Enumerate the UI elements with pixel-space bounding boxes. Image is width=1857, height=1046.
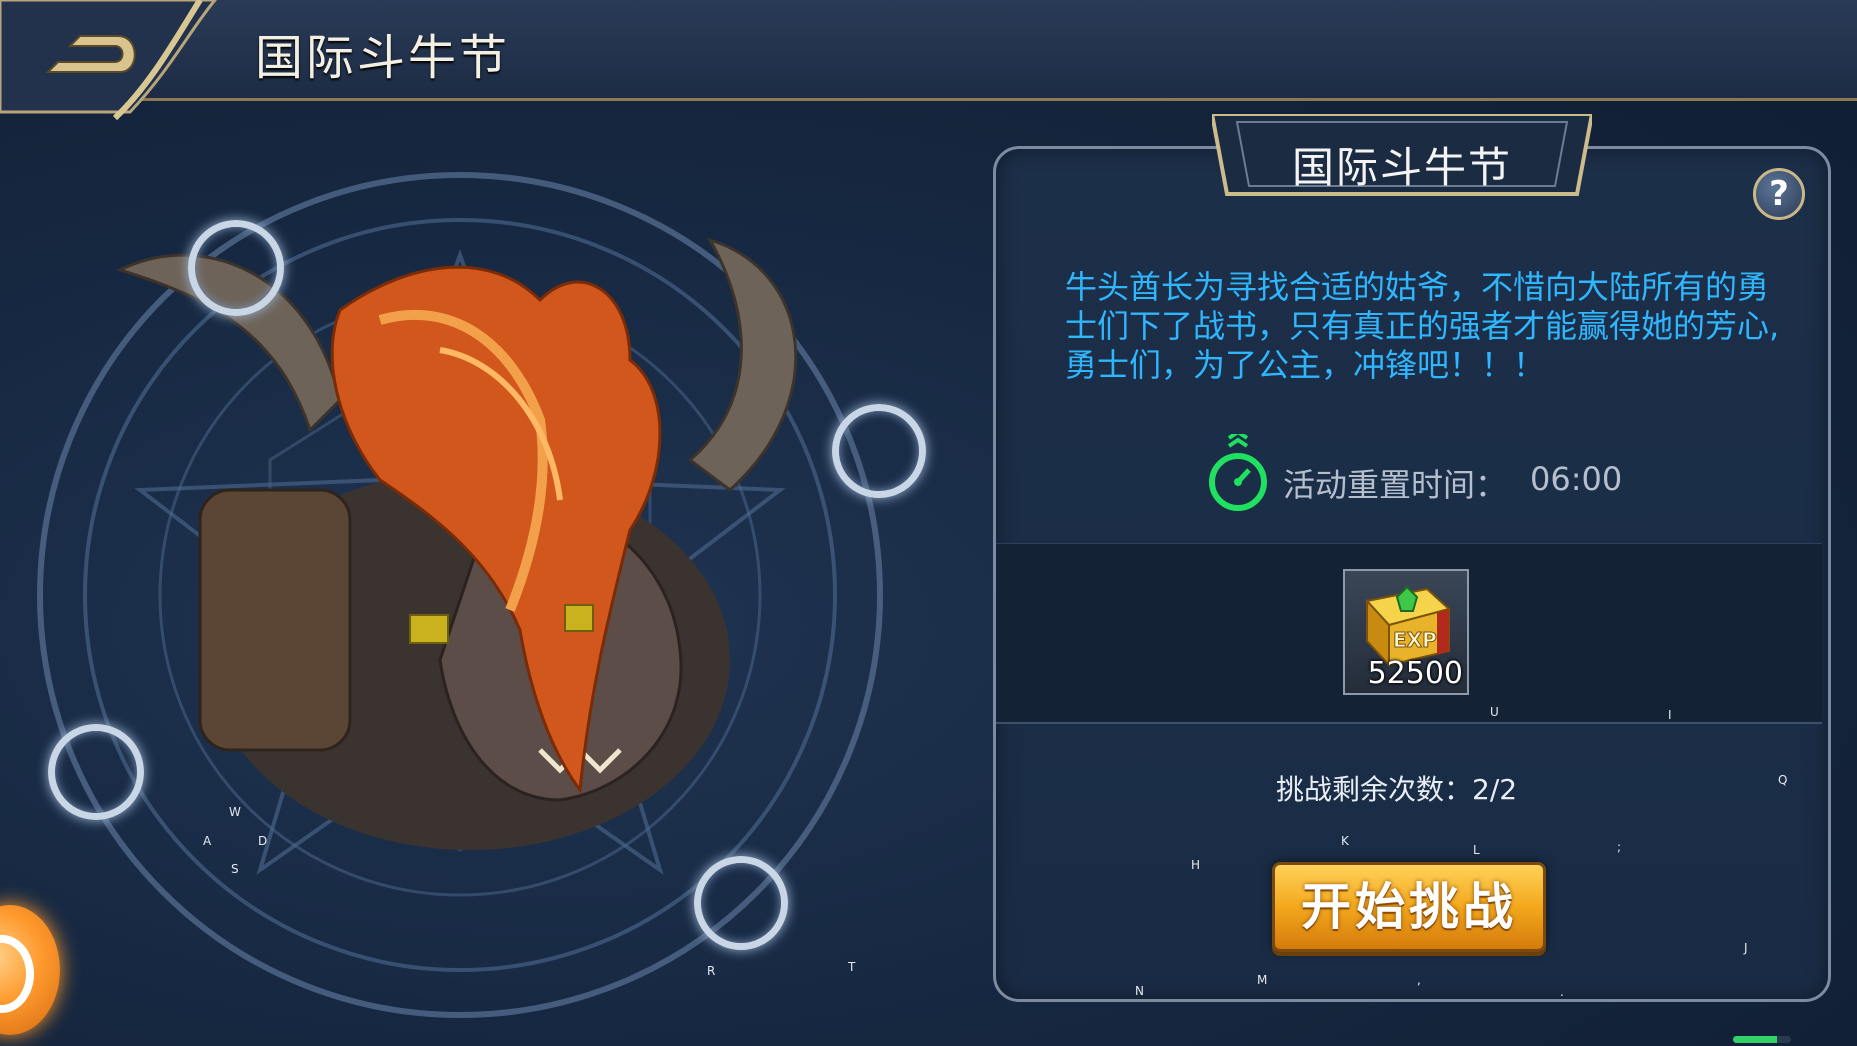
timer-label: 活动重置时间： <box>1283 466 1508 504</box>
key-overlay-j[interactable]: J <box>1744 941 1748 955</box>
timer-value: 06:00 <box>1530 460 1623 498</box>
reward-exp-item[interactable]: EXP 52500 <box>1343 569 1469 695</box>
page-title: 国际斗牛节 <box>255 30 511 86</box>
ring-node-right <box>832 404 926 498</box>
help-button[interactable]: ? <box>1753 168 1805 220</box>
start-challenge-button[interactable]: 开始挑战 <box>1272 862 1546 952</box>
remaining-attempts: 挑战剩余次数：2/2 <box>1276 773 1518 806</box>
exp-book-icon: EXP <box>1365 585 1452 667</box>
stopwatch-icon <box>1209 434 1267 511</box>
progress-bar <box>1733 1036 1791 1043</box>
key-overlay-i[interactable]: I <box>1668 708 1672 722</box>
key-overlay-t[interactable]: T <box>848 960 855 974</box>
key-overlay-period[interactable]: . <box>1560 985 1564 999</box>
ring-node-top <box>188 220 284 316</box>
key-overlay-n[interactable]: N <box>1135 984 1144 998</box>
joystick-key-right[interactable]: D <box>258 834 267 848</box>
event-description: 牛头酋长为寻找合适的姑爷，不惜向大陆所有的勇士们下了战书，只有真正的强者才能赢得… <box>1065 268 1780 384</box>
ring-node-left <box>48 724 144 820</box>
key-overlay-comma[interactable]: , <box>1417 973 1421 987</box>
back-button[interactable] <box>0 0 245 120</box>
key-overlay-u[interactable]: U <box>1490 705 1499 719</box>
bull-chief-boss-art <box>110 230 830 880</box>
joystick-key-down[interactable]: S <box>231 862 239 876</box>
reward-count: 52500 <box>1367 656 1463 691</box>
joystick-key-up[interactable]: W <box>229 805 241 819</box>
panel-title: 国际斗牛节 <box>1291 143 1512 192</box>
key-overlay-semicolon[interactable]: ; <box>1617 840 1621 854</box>
panel-title-banner: 国际斗牛节 <box>1212 114 1592 204</box>
key-overlay-r[interactable]: R <box>707 964 715 978</box>
progress-bar-fill <box>1733 1036 1777 1043</box>
key-overlay-m[interactable]: M <box>1257 973 1267 987</box>
key-overlay-h[interactable]: H <box>1191 858 1200 872</box>
key-overlay-l[interactable]: L <box>1473 843 1480 857</box>
ring-node-bottom <box>694 856 788 950</box>
key-overlay-q[interactable]: Q <box>1778 773 1787 787</box>
svg-text:EXP: EXP <box>1393 628 1437 652</box>
key-overlay-k[interactable]: K <box>1341 834 1349 848</box>
joystick-key-left[interactable]: A <box>203 834 211 848</box>
